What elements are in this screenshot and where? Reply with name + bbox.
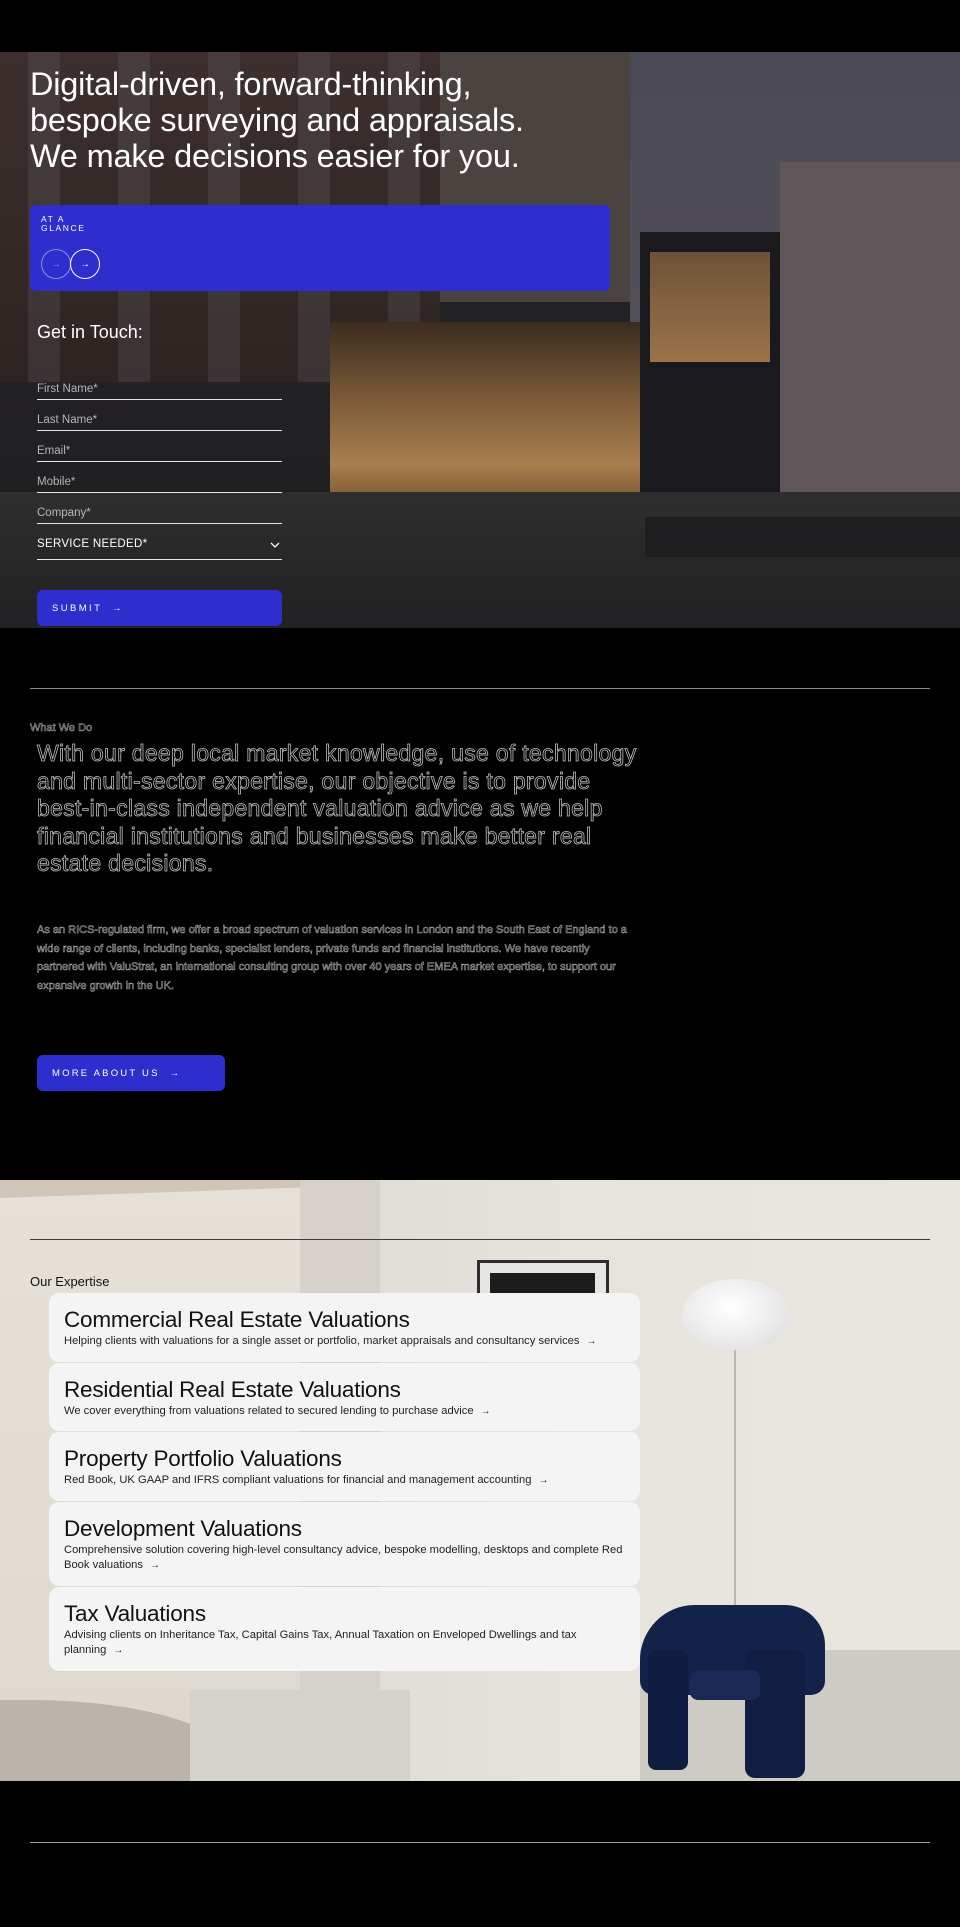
section-divider (30, 1842, 930, 1843)
card-title: Property Portfolio Valuations (64, 1446, 342, 1471)
what-we-do-section: What We Do With our deep local market kn… (0, 628, 960, 1180)
arrow-right-icon: → (586, 1336, 597, 1347)
expertise-card-list: Commercial Real Estate Valuations Helpin… (49, 1293, 640, 1672)
top-bar (0, 0, 960, 52)
chevron-down-icon (270, 542, 280, 548)
hero-headline: Digital-driven, forward-thinking, bespok… (30, 66, 524, 174)
at-a-glance-panel: AT A GLANCE → → (30, 205, 610, 291)
arrow-right-icon: → (113, 1645, 124, 1656)
service-needed-select[interactable]: SERVICE NEEDED* (37, 524, 282, 560)
what-we-do-lead: With our deep local market knowledge, us… (37, 740, 637, 877)
hero-section: Digital-driven, forward-thinking, bespok… (0, 52, 960, 628)
mobile-input[interactable] (37, 476, 282, 488)
arrow-right-icon: → (80, 258, 90, 270)
last-name-field-wrap (37, 400, 282, 431)
arrow-right-icon: → (538, 1475, 549, 1486)
more-about-us-button[interactable]: MORE ABOUT US → (37, 1055, 225, 1091)
email-input[interactable] (37, 445, 282, 457)
card-description: Advising clients on Inheritance Tax, Cap… (64, 1628, 577, 1657)
card-title: Commercial Real Estate Valuations (64, 1307, 410, 1332)
submit-button[interactable]: SUBMIT → (37, 590, 282, 626)
email-field-wrap (37, 431, 282, 462)
what-we-do-paragraph: As an RICS-regulated firm, we offer a br… (37, 924, 627, 992)
glance-carousel-nav: → → (41, 249, 100, 279)
expertise-card-commercial[interactable]: Commercial Real Estate Valuations Helpin… (49, 1293, 640, 1362)
arrow-right-icon: → (480, 1405, 491, 1417)
submit-label: SUBMIT (52, 602, 103, 614)
more-about-us-label: MORE ABOUT US (52, 1067, 160, 1079)
our-expertise-section: Our Expertise Commercial Real Estate Val… (0, 1180, 960, 1781)
card-description: Helping clients with valuations for a si… (64, 1335, 597, 1347)
at-a-glance-label: AT A GLANCE (41, 214, 86, 233)
last-name-input[interactable] (37, 414, 282, 426)
contact-form-title: Get in Touch: (37, 322, 143, 342)
next-section (0, 1781, 960, 1927)
first-name-input[interactable] (37, 383, 282, 395)
expertise-card-development[interactable]: Development Valuations Comprehensive sol… (49, 1501, 640, 1586)
company-input[interactable] (37, 507, 282, 519)
arrow-right-icon: → (150, 1560, 160, 1571)
card-description: Red Book, UK GAAP and IFRS compliant val… (64, 1474, 549, 1486)
card-description: Comprehensive solution covering high-lev… (64, 1543, 623, 1572)
arrow-right-icon: → (51, 258, 61, 270)
what-we-do-label: What We Do (30, 722, 93, 735)
section-divider (30, 1239, 930, 1240)
expertise-card-tax[interactable]: Tax Valuations Advising clients on Inher… (49, 1586, 640, 1671)
expertise-card-portfolio[interactable]: Property Portfolio Valuations Red Book, … (49, 1432, 640, 1501)
card-title: Residential Real Estate Valuations (64, 1376, 401, 1402)
card-title: Development Valuations (64, 1515, 302, 1541)
mobile-field-wrap (37, 462, 282, 493)
service-needed-value: SERVICE NEEDED* (37, 538, 148, 550)
glance-prev-button[interactable]: → (41, 249, 71, 279)
company-field-wrap (37, 493, 282, 524)
first-name-field-wrap (37, 369, 282, 400)
arrow-right-icon: → (112, 602, 125, 614)
section-divider (30, 688, 930, 689)
contact-form: Get in Touch: SERVICE NEEDED* (37, 322, 282, 626)
card-title: Tax Valuations (64, 1600, 206, 1626)
our-expertise-label: Our Expertise (30, 1274, 110, 1289)
expertise-card-residential[interactable]: Residential Real Estate Valuations We co… (49, 1362, 640, 1431)
card-description: We cover everything from valuations rela… (64, 1404, 491, 1417)
glance-next-button[interactable]: → (70, 249, 100, 279)
arrow-right-icon: → (169, 1067, 182, 1079)
